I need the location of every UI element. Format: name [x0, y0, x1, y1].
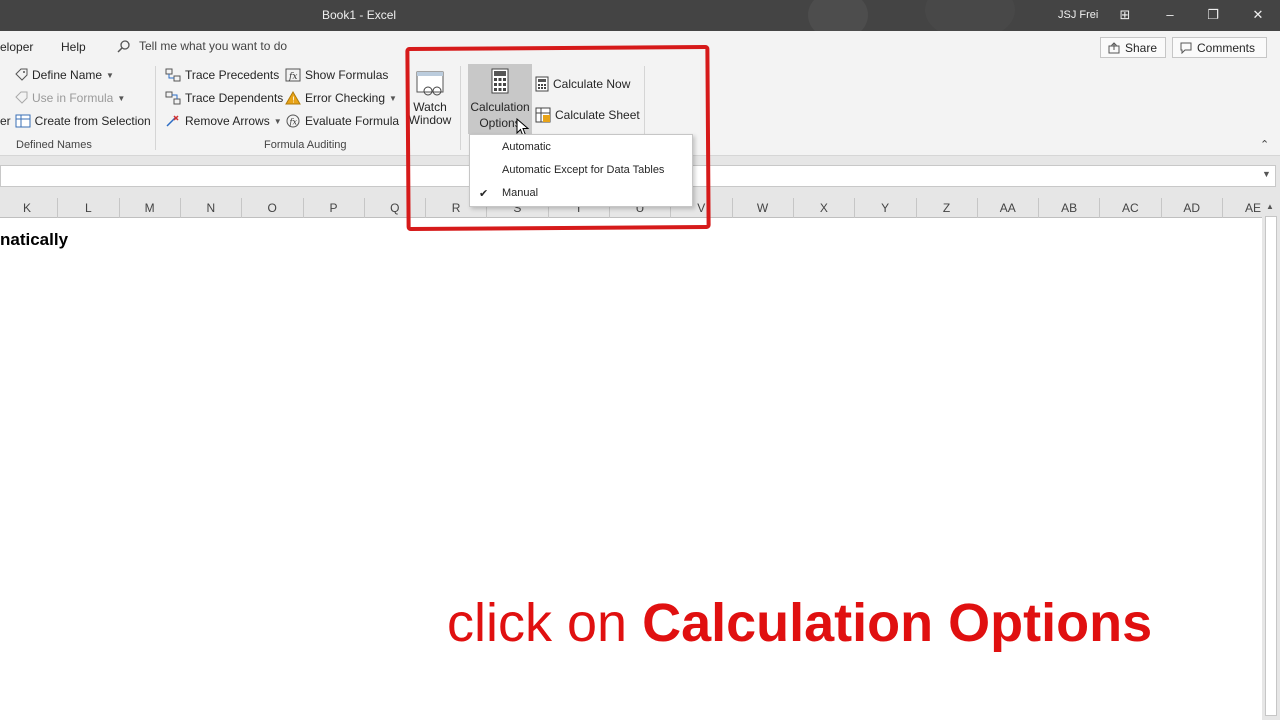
chevron-down-icon: ▼ — [389, 93, 397, 103]
expand-formula-bar-icon[interactable]: ▼ — [1262, 169, 1271, 179]
comments-button[interactable]: Comments — [1172, 37, 1267, 58]
error-checking-label: Error Checking — [305, 91, 386, 105]
chevron-down-icon: ▼ — [117, 93, 126, 103]
column-header[interactable]: AD — [1160, 198, 1222, 218]
column-header[interactable]: P — [302, 198, 364, 218]
tell-me-box[interactable]: Tell me what you want to do — [117, 39, 287, 53]
use-in-formula-button[interactable]: Use in Formula ▼ — [14, 91, 125, 105]
scroll-thumb[interactable] — [1265, 216, 1277, 716]
ribbon-display-icon[interactable]: ⊞ — [1115, 6, 1135, 24]
share-button[interactable]: Share — [1100, 37, 1166, 58]
name-manager-partial-label: er — [0, 114, 11, 128]
column-header[interactable]: O — [241, 198, 302, 218]
trace-dependents-icon — [165, 91, 181, 105]
group-separator — [155, 66, 156, 150]
create-from-selection-label: Create from Selection — [34, 114, 151, 128]
trace-precedents-button[interactable]: Trace Precedents — [165, 68, 279, 82]
formula-auditing-group-label: Formula Auditing — [264, 139, 347, 151]
show-formulas-button[interactable]: fx Show Formulas — [285, 68, 388, 82]
define-name-label: Define Name — [32, 68, 103, 82]
evaluate-formula-label: Evaluate Formula — [305, 114, 400, 128]
column-header[interactable]: K — [0, 198, 57, 218]
define-name-icon — [15, 68, 28, 81]
close-icon[interactable]: ✕ — [1248, 6, 1268, 24]
svg-text:fx: fx — [288, 72, 297, 82]
trace-precedents-icon — [165, 68, 181, 82]
scroll-up-icon[interactable]: ▲ — [1266, 202, 1274, 211]
error-checking-icon: ! — [285, 91, 301, 105]
remove-arrows-label: Remove Arrows — [185, 114, 270, 128]
annotation-highlight-box — [405, 44, 711, 232]
evaluate-formula-icon: fx — [286, 114, 300, 128]
show-formulas-icon: fx — [285, 68, 301, 82]
trace-precedents-label: Trace Precedents — [185, 68, 280, 82]
column-header[interactable]: Z — [915, 198, 977, 218]
evaluate-formula-button[interactable]: fx Evaluate Formula — [285, 114, 399, 128]
column-header[interactable]: L — [57, 198, 118, 218]
create-from-selection-button[interactable]: er Create from Selection — [0, 114, 151, 128]
svg-text:!: ! — [292, 96, 295, 105]
column-header[interactable]: AC — [1099, 198, 1160, 218]
tutorial-caption: click on Calculation Options — [447, 592, 1152, 654]
share-icon — [1108, 41, 1120, 53]
show-formulas-label: Show Formulas — [305, 68, 389, 82]
tell-me-text: Tell me what you want to do — [139, 39, 288, 53]
tab-developer[interactable]: eloper — [0, 40, 33, 54]
chevron-down-icon: ▼ — [106, 70, 114, 80]
use-in-formula-label: Use in Formula — [32, 91, 114, 105]
define-name-button[interactable]: Define Name ▼ — [14, 68, 114, 82]
chevron-down-icon: ▼ — [273, 116, 282, 126]
trace-dependents-label: Trace Dependents — [185, 91, 284, 105]
vertical-scrollbar[interactable]: ▲ — [1262, 198, 1280, 720]
minimize-icon[interactable]: – — [1160, 6, 1180, 24]
title-bar: Book1 - Excel JSJ Frei ⊞ – ❐ ✕ — [0, 0, 1280, 40]
column-header[interactable]: M — [118, 198, 180, 218]
search-icon — [117, 40, 130, 53]
caption-plain: click on — [447, 593, 643, 653]
trace-dependents-button[interactable]: Trace Dependents — [165, 91, 283, 105]
column-header[interactable]: N — [179, 198, 241, 218]
collapse-ribbon-icon[interactable]: ⌃ — [1260, 138, 1269, 151]
column-header[interactable]: AA — [976, 198, 1038, 218]
comments-label: Comments — [1197, 40, 1256, 55]
restore-icon[interactable]: ❐ — [1203, 6, 1223, 24]
defined-names-group-label: Defined Names — [16, 139, 92, 151]
column-header[interactable]: AB — [1038, 198, 1099, 218]
caption-bold: Calculation Options — [642, 593, 1153, 653]
svg-text:fx: fx — [289, 118, 298, 127]
create-from-selection-icon — [15, 114, 31, 128]
cell-text[interactable]: natically — [0, 230, 68, 250]
remove-arrows-icon — [166, 115, 179, 127]
column-header[interactable]: X — [792, 198, 854, 218]
tab-help[interactable]: Help — [61, 40, 86, 54]
error-checking-button[interactable]: ! Error Checking ▼ — [285, 91, 397, 105]
window-title: Book1 - Excel — [322, 8, 397, 22]
user-name[interactable]: JSJ Frei — [1058, 9, 1098, 21]
use-in-formula-icon — [15, 91, 28, 104]
remove-arrows-button[interactable]: Remove Arrows ▼ — [165, 114, 282, 128]
column-header[interactable]: Y — [854, 198, 915, 218]
column-header[interactable]: W — [731, 198, 793, 218]
comments-icon — [1180, 42, 1192, 54]
share-label: Share — [1125, 40, 1158, 55]
